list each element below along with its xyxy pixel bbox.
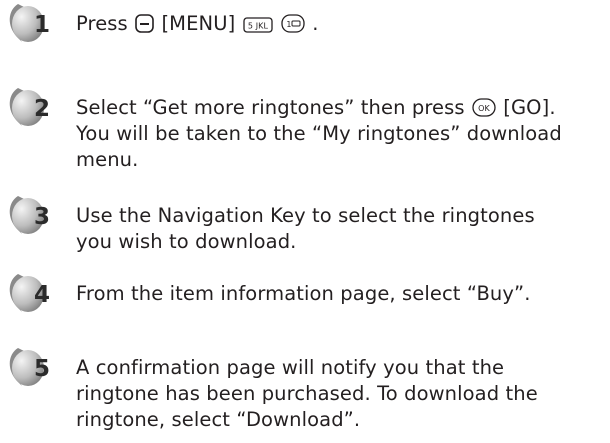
key-1-voicemail-icon: 1 bbox=[281, 14, 305, 33]
ok-key-label: OK bbox=[478, 104, 490, 113]
text-line: ringtone has been purchased. To download… bbox=[76, 382, 538, 405]
step-number: 1 bbox=[34, 12, 51, 38]
text-line: Select “Get more ringtones” then press O… bbox=[76, 96, 556, 119]
key-1-label: 1 bbox=[286, 20, 291, 29]
ok-key-icon: OK bbox=[472, 98, 496, 117]
key-5-jkl-icon: 5 JKL bbox=[242, 17, 273, 33]
step-text: Use the Navigation Key to select the rin… bbox=[76, 203, 606, 255]
text-line: From the item information page, select “… bbox=[76, 282, 531, 305]
step-number: 4 bbox=[34, 282, 51, 308]
step-badge: 5 bbox=[4, 344, 64, 388]
key-5-label: 5 JKL bbox=[247, 22, 268, 31]
step-badge: 2 bbox=[4, 84, 64, 128]
left-soft-key-icon bbox=[135, 14, 154, 33]
step-number: 5 bbox=[34, 356, 51, 382]
text-line: Use the Navigation Key to select the rin… bbox=[76, 204, 535, 227]
step-text: Select “Get more ringtones” then press O… bbox=[76, 95, 606, 173]
step-text: A confirmation page will notify you that… bbox=[76, 355, 606, 433]
text-line: A confirmation page will notify you that… bbox=[76, 356, 505, 379]
step-number: 3 bbox=[34, 204, 51, 230]
step-badge: 1 bbox=[4, 0, 64, 44]
step-text: From the item information page, select “… bbox=[76, 281, 606, 307]
step-text: Press [MENU] 5 JKL 1 . bbox=[76, 12, 319, 35]
step-badge: 4 bbox=[4, 270, 64, 314]
text-line: You will be taken to the “My ringtones” … bbox=[76, 122, 562, 145]
text-line: ringtone, select “Download”. bbox=[76, 408, 361, 431]
step-number: 2 bbox=[34, 96, 51, 122]
text-line: you wish to download. bbox=[76, 230, 297, 253]
text-line: menu. bbox=[76, 148, 139, 171]
step-badge: 3 bbox=[4, 192, 64, 236]
